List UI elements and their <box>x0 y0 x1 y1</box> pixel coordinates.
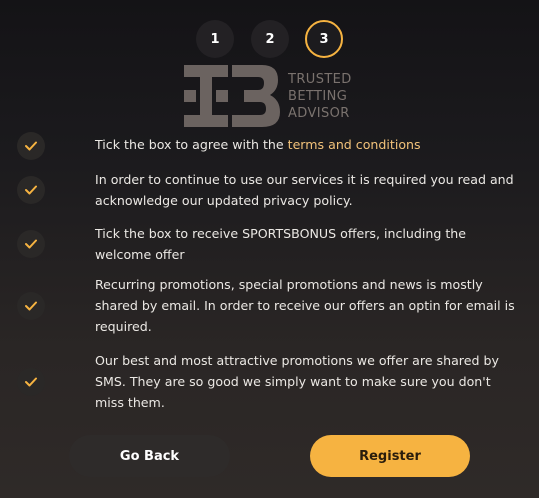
check-icon <box>25 185 37 195</box>
trusted-betting-advisor-logo: TRUSTED BETTING ADVISOR <box>184 65 364 127</box>
logo-wordmark: TRUSTED BETTING ADVISOR <box>288 71 368 122</box>
privacy-text: In order to continue to use our services… <box>95 172 514 208</box>
check-icon <box>25 377 37 387</box>
email-checkbox[interactable] <box>17 292 45 320</box>
email-text: Recurring promotions, special promotions… <box>95 277 515 334</box>
logo-line-3: ADVISOR <box>288 106 350 121</box>
logo-line-1: TRUSTED <box>288 72 352 87</box>
logo-line-2: BETTING <box>288 89 348 104</box>
sms-text: Our best and most attractive promotions … <box>95 353 499 410</box>
terms-and-conditions-link[interactable]: terms and conditions <box>288 137 421 152</box>
offers-text: Tick the box to receive SPORTSBONUS offe… <box>95 226 467 262</box>
terms-text: Tick the box to agree with the terms and… <box>95 134 515 155</box>
offers-checkbox[interactable] <box>17 230 45 258</box>
check-icon <box>25 141 37 151</box>
privacy-checkbox[interactable] <box>17 176 45 204</box>
step-3-active: 3 <box>305 20 343 58</box>
check-icon <box>25 239 37 249</box>
register-button[interactable]: Register <box>310 435 470 477</box>
step-1: 1 <box>196 20 234 58</box>
check-icon <box>25 301 37 311</box>
go-back-button[interactable]: Go Back <box>69 435 230 477</box>
step-2: 2 <box>251 20 289 58</box>
step-indicator: 1 2 3 <box>0 20 539 58</box>
terms-checkbox[interactable] <box>17 132 45 160</box>
tba-logo-icon <box>184 65 280 127</box>
terms-text-prefix: Tick the box to agree with the <box>95 137 288 152</box>
sms-checkbox[interactable] <box>17 368 45 396</box>
